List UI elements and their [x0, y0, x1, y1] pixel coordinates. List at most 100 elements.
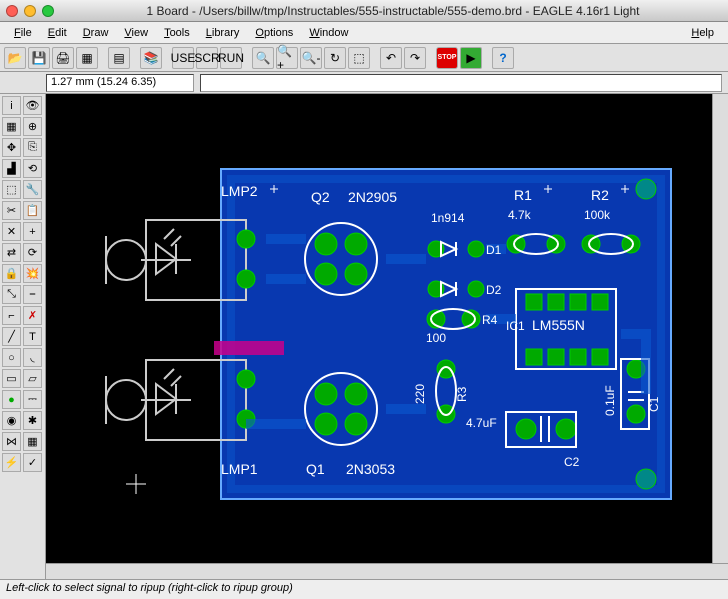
menu-tools[interactable]: Tools	[156, 25, 198, 41]
svg-text:C2: C2	[564, 455, 580, 469]
window-controls	[6, 5, 54, 17]
coord-bar: 1.27 mm (15.24 6.35)	[0, 72, 728, 94]
board-button[interactable]: ▤	[108, 47, 130, 69]
svg-text:D2: D2	[486, 283, 502, 297]
drc-tool[interactable]: ✓	[23, 453, 42, 472]
help-button[interactable]: ?	[492, 47, 514, 69]
svg-text:LM555N: LM555N	[532, 317, 585, 333]
pcb-canvas[interactable]: LMP2 LMP1 Q2 2N2905 Q1 2N3053 1n914 D1 D…	[46, 94, 712, 563]
print-button[interactable]: 🖨	[52, 47, 74, 69]
close-button[interactable]	[6, 5, 18, 17]
wire-tool[interactable]: ╱	[2, 327, 21, 346]
svg-text:4.7k: 4.7k	[508, 208, 532, 222]
open-button[interactable]: 📂	[4, 47, 26, 69]
copy-tool[interactable]: ⎘	[23, 138, 42, 157]
menu-window[interactable]: Window	[301, 25, 356, 41]
status-bar: Left-click to select signal to ripup (ri…	[0, 579, 728, 599]
delete-tool[interactable]: ✕	[2, 222, 21, 241]
svg-text:2N2905: 2N2905	[348, 189, 397, 205]
circle-tool[interactable]: ○	[2, 348, 21, 367]
route-tool[interactable]: ⌐	[2, 306, 21, 325]
layer-tool[interactable]: ▦	[2, 117, 21, 136]
arc-tool[interactable]: ◟	[23, 348, 42, 367]
svg-text:IC1: IC1	[506, 319, 525, 333]
save-button[interactable]: 💾	[28, 47, 50, 69]
svg-text:1n914: 1n914	[431, 211, 465, 225]
horizontal-scrollbar[interactable]	[46, 563, 728, 579]
cam-button[interactable]: ▦	[76, 47, 98, 69]
pinswap-tool[interactable]: ⇄	[2, 243, 21, 262]
zoom-redraw-button[interactable]: ↻	[324, 47, 346, 69]
svg-text:LMP2: LMP2	[221, 183, 258, 199]
svg-text:Q1: Q1	[306, 461, 325, 477]
ratsnest-tool[interactable]: ⋈	[2, 432, 21, 451]
zoom-in-button[interactable]: 🔍+	[276, 47, 298, 69]
text-tool[interactable]: T	[23, 327, 42, 346]
signal-tool[interactable]: ⎓	[23, 390, 42, 409]
mirror-tool[interactable]: ▟	[2, 159, 21, 178]
menu-help[interactable]: Help	[683, 25, 722, 41]
zoom-fit-button[interactable]: 🔍	[252, 47, 274, 69]
command-input[interactable]	[200, 74, 722, 92]
sheet-button[interactable]: 📚	[140, 47, 162, 69]
poly-tool[interactable]: ▱	[23, 369, 42, 388]
svg-text:100: 100	[426, 331, 446, 345]
rotate-tool[interactable]: ⟲	[23, 159, 42, 178]
tool-palette: i 👁 ▦ ⊕ ✥ ⎘ ▟ ⟲ ⬚ 🔧 ✂ 📋 ✕ + ⇄ ⟳ 🔒 💥 ⤡ ⎯ …	[0, 94, 46, 579]
auto-tool[interactable]: ▦	[23, 432, 42, 451]
cut-tool[interactable]: ✂	[2, 201, 21, 220]
svg-text:4.7uF: 4.7uF	[466, 416, 497, 430]
zoom-out-button[interactable]: 🔍-	[300, 47, 322, 69]
svg-text:D1: D1	[486, 243, 502, 257]
optimize-tool[interactable]: ⎯	[23, 285, 42, 304]
via-tool[interactable]: ●	[2, 390, 21, 409]
svg-text:220: 220	[413, 384, 427, 404]
svg-text:100k: 100k	[584, 208, 611, 222]
stop-button[interactable]: STOP	[436, 47, 458, 69]
vertical-scrollbar[interactable]	[712, 94, 728, 563]
add-tool[interactable]: +	[23, 222, 42, 241]
menu-view[interactable]: View	[116, 25, 156, 41]
lock-tool[interactable]: 🔒	[2, 264, 21, 283]
paste-tool[interactable]: 📋	[23, 201, 42, 220]
redo-button[interactable]: ↷	[404, 47, 426, 69]
replace-tool[interactable]: ⟳	[23, 243, 42, 262]
go-button[interactable]: ▶	[460, 47, 482, 69]
move-tool[interactable]: ✥	[2, 138, 21, 157]
svg-text:0.1uF: 0.1uF	[603, 385, 617, 416]
svg-text:C1: C1	[647, 396, 661, 412]
minimize-button[interactable]	[24, 5, 36, 17]
undo-button[interactable]: ↶	[380, 47, 402, 69]
window-title: 1 Board - /Users/billw/tmp/Instructables…	[64, 4, 722, 18]
script-button[interactable]: SCR	[196, 47, 218, 69]
menu-bar: File Edit Draw View Tools Library Option…	[0, 22, 728, 44]
show-tool[interactable]: 👁	[23, 96, 42, 115]
zoom-select-button[interactable]: ⬚	[348, 47, 370, 69]
change-tool[interactable]: 🔧	[23, 180, 42, 199]
svg-text:2N3053: 2N3053	[346, 461, 395, 477]
svg-text:R2: R2	[591, 187, 609, 203]
menu-options[interactable]: Options	[247, 25, 301, 41]
smash-tool[interactable]: 💥	[23, 264, 42, 283]
rect-tool[interactable]: ▭	[2, 369, 21, 388]
zoom-button[interactable]	[42, 5, 54, 17]
menu-draw[interactable]: Draw	[75, 25, 117, 41]
hole-tool[interactable]: ◉	[2, 411, 21, 430]
group-tool[interactable]: ⬚	[2, 180, 21, 199]
menu-file[interactable]: File	[6, 25, 40, 41]
svg-text:R1: R1	[514, 187, 532, 203]
svg-text:LMP1: LMP1	[221, 461, 258, 477]
menu-library[interactable]: Library	[198, 25, 248, 41]
coord-display: 1.27 mm (15.24 6.35)	[46, 74, 194, 92]
attr-tool[interactable]: ✱	[23, 411, 42, 430]
ripup-tool[interactable]: ✗	[23, 306, 42, 325]
info-tool[interactable]: i	[2, 96, 21, 115]
run-button[interactable]: RUN	[220, 47, 242, 69]
menu-edit[interactable]: Edit	[40, 25, 75, 41]
mark-tool[interactable]: ⊕	[23, 117, 42, 136]
status-text: Left-click to select signal to ripup (ri…	[6, 582, 293, 594]
pcb-rendering: LMP2 LMP1 Q2 2N2905 Q1 2N3053 1n914 D1 D…	[46, 94, 712, 563]
split-tool[interactable]: ⤡	[2, 285, 21, 304]
erc-tool[interactable]: ⚡	[2, 453, 21, 472]
use-button[interactable]: USE	[172, 47, 194, 69]
